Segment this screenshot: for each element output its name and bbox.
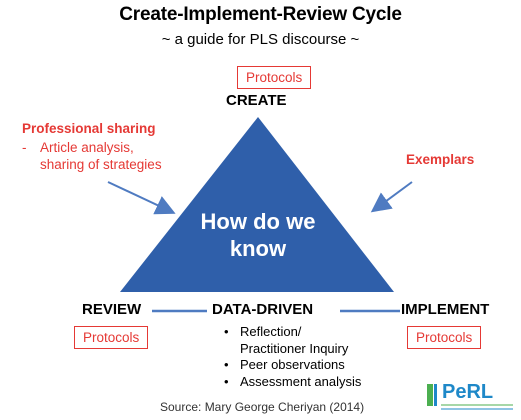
- data-driven-label: DATA-DRIVEN: [212, 301, 314, 318]
- data-driven-list: Reflection/ Practitioner Inquiry Peer ob…: [224, 324, 374, 390]
- professional-sharing-heading: Professional sharing: [22, 121, 156, 136]
- create-protocols-box: Protocols: [237, 66, 312, 89]
- exemplars-label: Exemplars: [406, 152, 475, 167]
- source-citation: Source: Mary George Cheriyan (2014): [160, 400, 365, 414]
- perl-logo: PeRL: [425, 380, 515, 414]
- professional-sharing-arrow: [107, 181, 176, 215]
- review-label: REVIEW: [82, 301, 142, 318]
- data-driven-item: Assessment analysis: [224, 374, 374, 391]
- review-protocols-box: Protocols: [74, 326, 149, 349]
- professional-sharing-detail: Article analysis, sharing of strategies: [40, 140, 162, 172]
- data-driven-item: Peer observations: [224, 357, 374, 374]
- create-label: CREATE: [226, 92, 287, 109]
- professional-sharing-dash: -: [22, 140, 27, 155]
- exemplars-arrow: [370, 181, 413, 213]
- data-driven-item: Reflection/ Practitioner Inquiry: [224, 324, 360, 357]
- implement-protocols-box: Protocols: [407, 326, 482, 349]
- center-question: How do we know: [200, 209, 316, 261]
- implement-label: IMPLEMENT: [401, 301, 490, 318]
- perl-logo-text: PeRL: [442, 381, 494, 403]
